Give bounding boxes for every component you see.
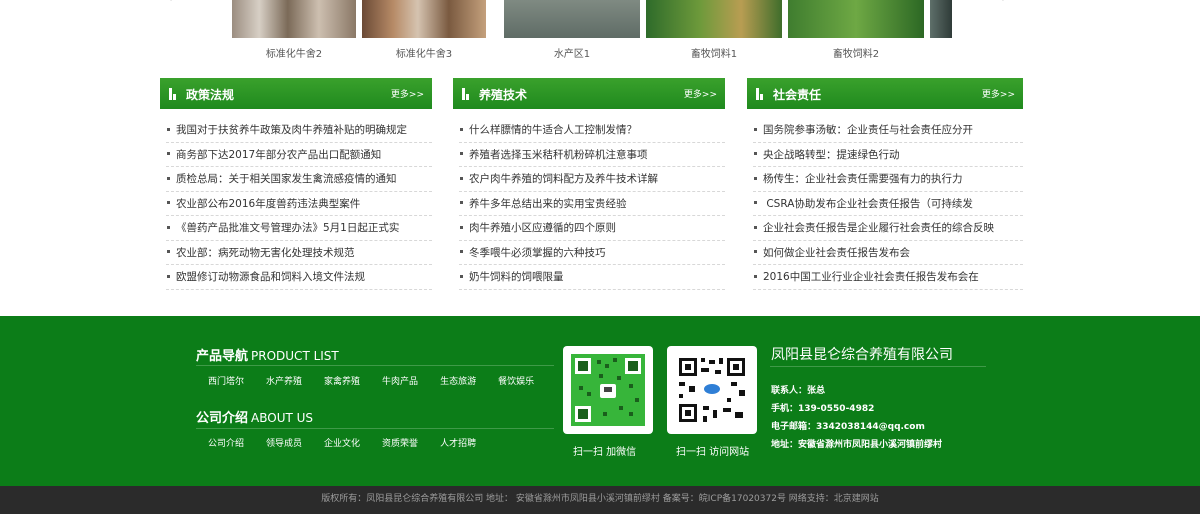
more-link[interactable]: 更多>> xyxy=(391,87,424,100)
gallery-image[interactable] xyxy=(362,0,486,38)
company-intro-links: 公司介绍 领导成员 企业文化 资质荣誉 人才招聘 xyxy=(208,436,498,449)
column-header: 社会责任 更多>> xyxy=(747,78,1023,109)
product-nav-links: 西门塔尔 水产养殖 家禽养殖 牛肉产品 生态旅游 餐饮娱乐 xyxy=(208,374,556,387)
divider xyxy=(770,366,986,367)
list-item[interactable]: 2016中国工业行业企业社会责任报告发布会在 xyxy=(753,265,1023,290)
gallery-caption: 标准化牛舍2 xyxy=(265,49,323,60)
gallery-item[interactable]: 标准化牛舍2 xyxy=(232,0,356,60)
page: 标准化牛舍2 标准化牛舍3 水产区1 畜牧饲料1 畜牧饲料2 政策法规 更多>>… xyxy=(0,0,1200,514)
news-column-social: 社会责任 更多>> 国务院参事汤敏：企业责任与社会责任应分开 央企战略转型：提速… xyxy=(747,78,1023,290)
copyright-bar: 版权所有：凤阳县昆仑综合养殖有限公司 地址： 安徽省滁州市凤阳县小溪河镇前缪村 … xyxy=(0,486,1200,514)
divider xyxy=(196,365,554,366)
gallery-image[interactable] xyxy=(788,0,924,38)
wechat-qr-caption: 扫一扫 加微信 xyxy=(573,447,637,458)
image-gallery: 标准化牛舍2 标准化牛舍3 水产区1 畜牧饲料1 畜牧饲料2 xyxy=(0,0,1200,70)
column-title: 养殖技术 xyxy=(479,88,528,102)
list-item[interactable]: 企业社会责任报告是企业履行社会责任的综合反映 xyxy=(753,216,1023,241)
gallery-caption: 标准化牛舍3 xyxy=(395,49,453,60)
list-item[interactable]: 什么样膘情的牛适合人工控制发情？ xyxy=(459,118,725,143)
gallery-item[interactable]: 畜牧饲料2 xyxy=(788,0,924,60)
footer-link-beef[interactable]: 牛肉产品 xyxy=(382,374,418,387)
news-list: 我国对于扶贫养牛政策及肉牛养殖补贴的明确规定 商务部下达2017年部分农产品出口… xyxy=(160,118,432,290)
list-item[interactable]: 肉牛养殖小区应遵循的四个原则 xyxy=(459,216,725,241)
gallery-item[interactable]: 标准化牛舍3 xyxy=(362,0,486,60)
column-title: 社会责任 xyxy=(773,88,822,102)
product-nav-title: 产品导航 PRODUCT LIST xyxy=(196,349,339,364)
list-item[interactable]: 养牛多年总结出来的实用宝贵经验 xyxy=(459,192,725,216)
gallery-image[interactable] xyxy=(232,0,356,38)
gallery-image[interactable] xyxy=(646,0,782,38)
website-qr-caption: 扫一扫 访问网站 xyxy=(676,447,750,458)
list-item[interactable]: 《兽药产品批准文号管理办法》5月1日起正式实 xyxy=(166,216,432,241)
gallery-image[interactable] xyxy=(930,0,952,38)
list-item[interactable]: 国务院参事汤敏：企业责任与社会责任应分开 xyxy=(753,118,1023,143)
bar-chart-icon xyxy=(169,88,179,100)
wechat-qr-code xyxy=(563,346,653,434)
list-item[interactable]: 商务部下达2017年部分农产品出口配额通知 xyxy=(166,143,432,167)
footer-link-simmental[interactable]: 西门塔尔 xyxy=(208,374,244,387)
column-title: 政策法规 xyxy=(186,88,235,102)
gallery-item[interactable]: 水产区1 xyxy=(504,0,640,60)
footer-link-honors[interactable]: 资质荣誉 xyxy=(382,436,418,449)
column-header: 政策法规 更多>> xyxy=(160,78,432,109)
list-item[interactable]: 如何做企业社会责任报告发布会 xyxy=(753,241,1023,265)
list-item[interactable]: 欧盟修订动物源食品和饲料入境文件法规 xyxy=(166,265,432,290)
chevron-left-icon[interactable] xyxy=(158,0,194,18)
list-item[interactable]: 农户肉牛养殖的饲料配方及养牛技术详解 xyxy=(459,167,725,192)
contact-person: 联系人：张总 xyxy=(771,386,826,396)
list-item[interactable]: 农业部：病死动物无害化处理技术规范 xyxy=(166,241,432,265)
news-column-breeding: 养殖技术 更多>> 什么样膘情的牛适合人工控制发情？ 养殖者选择玉米秸秆机粉碎机… xyxy=(453,78,725,290)
news-list: 国务院参事汤敏：企业责任与社会责任应分开 央企战略转型：提速绿色行动 杨传生：企… xyxy=(747,118,1023,290)
list-item[interactable]: CSRA协助发布企业社会责任报告（可持续发 xyxy=(753,192,1023,216)
gallery-caption: 水产区1 xyxy=(553,49,591,60)
news-column-policy: 政策法规 更多>> 我国对于扶贫养牛政策及肉牛养殖补贴的明确规定 商务部下达20… xyxy=(160,78,432,290)
divider xyxy=(196,428,554,429)
bar-chart-icon xyxy=(756,88,766,100)
company-name: 凤阳县昆仑综合养殖有限公司 xyxy=(771,347,953,363)
list-item[interactable]: 质检总局：关于相关国家发生禽流感疫情的通知 xyxy=(166,167,432,192)
contact-phone: 手机：139-0550-4982 xyxy=(771,404,875,414)
gallery-image[interactable] xyxy=(504,0,640,38)
website-qr-code xyxy=(667,346,757,434)
footer-link-dining[interactable]: 餐饮娱乐 xyxy=(498,374,534,387)
contact-address: 地址：安徽省滁州市凤阳县小溪河镇前缪村 xyxy=(771,440,943,450)
more-link[interactable]: 更多>> xyxy=(684,87,717,100)
company-intro-title: 公司介绍 ABOUT US xyxy=(196,411,314,426)
gallery-caption: 畜牧饲料2 xyxy=(832,49,880,60)
list-item[interactable]: 央企战略转型：提速绿色行动 xyxy=(753,143,1023,167)
news-list: 什么样膘情的牛适合人工控制发情？ 养殖者选择玉米秸秆机粉碎机注意事项 农户肉牛养… xyxy=(453,118,725,290)
list-item[interactable]: 奶牛饲料的饲喂限量 xyxy=(459,265,725,290)
footer-link-eco-tourism[interactable]: 生态旅游 xyxy=(440,374,476,387)
list-item[interactable]: 农业部公布2016年度兽药违法典型案件 xyxy=(166,192,432,216)
footer-link-careers[interactable]: 人才招聘 xyxy=(440,436,476,449)
bar-chart-icon xyxy=(462,88,472,100)
footer-link-aquaculture[interactable]: 水产养殖 xyxy=(266,374,302,387)
list-item[interactable]: 杨传生：企业社会责任需要强有力的执行力 xyxy=(753,167,1023,192)
gallery-item-partial[interactable] xyxy=(930,0,952,38)
gallery-caption: 畜牧饲料1 xyxy=(690,49,738,60)
column-header: 养殖技术 更多>> xyxy=(453,78,725,109)
chevron-right-icon[interactable] xyxy=(980,0,1016,18)
footer-link-leaders[interactable]: 领导成员 xyxy=(266,436,302,449)
footer: 产品导航 PRODUCT LIST 西门塔尔 水产养殖 家禽养殖 牛肉产品 生态旅… xyxy=(0,316,1200,486)
list-item[interactable]: 冬季喂牛必须掌握的六种技巧 xyxy=(459,241,725,265)
footer-link-culture[interactable]: 企业文化 xyxy=(324,436,360,449)
footer-link-intro[interactable]: 公司介绍 xyxy=(208,436,244,449)
contact-email: 电子邮箱：3342038144@qq.com xyxy=(771,422,925,432)
list-item[interactable]: 我国对于扶贫养牛政策及肉牛养殖补贴的明确规定 xyxy=(166,118,432,143)
list-item[interactable]: 养殖者选择玉米秸秆机粉碎机注意事项 xyxy=(459,143,725,167)
footer-link-poultry[interactable]: 家禽养殖 xyxy=(324,374,360,387)
gallery-item[interactable]: 畜牧饲料1 xyxy=(646,0,782,60)
more-link[interactable]: 更多>> xyxy=(982,87,1015,100)
